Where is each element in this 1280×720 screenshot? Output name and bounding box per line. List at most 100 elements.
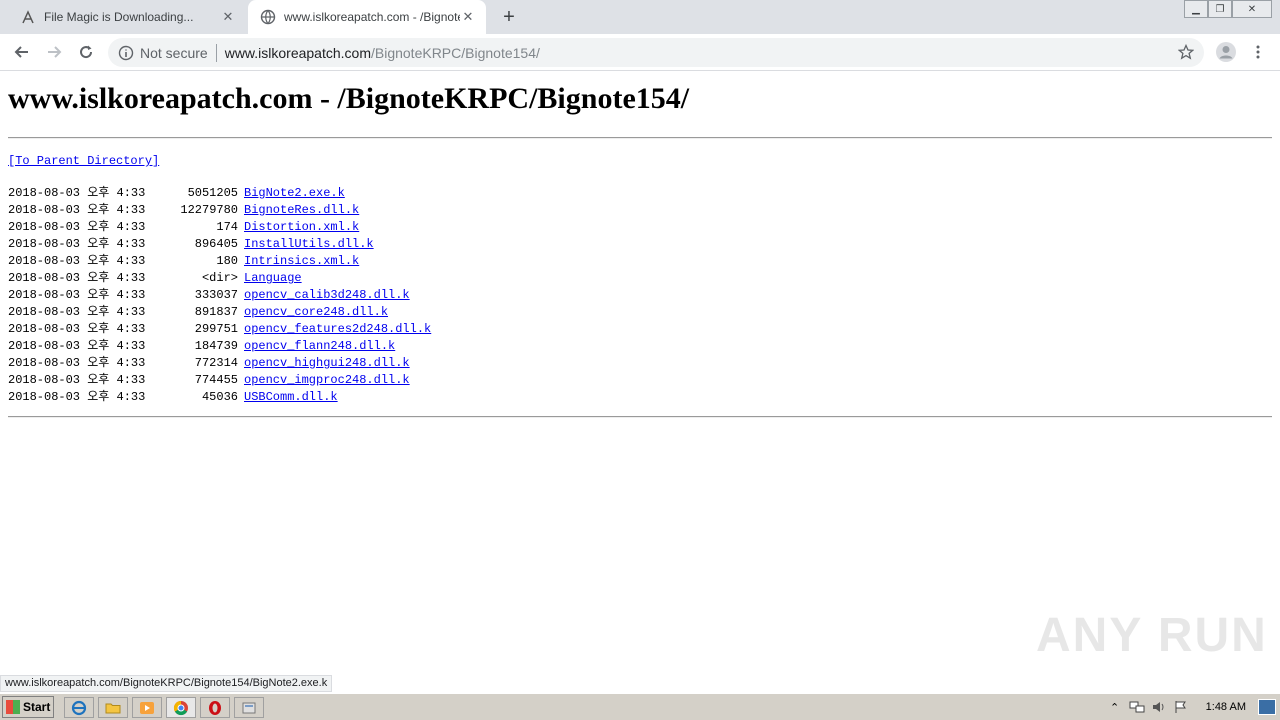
file-link[interactable]: BigNote2.exe.k	[244, 185, 345, 202]
list-item: 2018-08-03 오후 4:33 180 Intrinsics.xml.k	[8, 253, 431, 270]
file-link[interactable]: opencv_flann248.dll.k	[244, 338, 395, 355]
file-link[interactable]: opencv_core248.dll.k	[244, 304, 388, 321]
file-link[interactable]: opencv_calib3d248.dll.k	[244, 287, 410, 304]
entry-date: 2018-08-03 오후 4:33	[8, 203, 146, 217]
file-link[interactable]: opencv_imgproc248.dll.k	[244, 372, 410, 389]
entry-size: 45036	[201, 390, 238, 404]
forward-button[interactable]	[42, 40, 66, 64]
info-icon[interactable]	[118, 45, 134, 61]
globe-icon	[260, 9, 276, 25]
list-item: 2018-08-03 오후 4:33 896405 InstallUtils.dll…	[8, 236, 431, 253]
taskbar: Start ⌃ 1:48 AM	[0, 693, 1280, 720]
list-item: 2018-08-03 오후 4:33 45036 USBComm.dll.k	[8, 389, 431, 406]
entry-date: 2018-08-03 오후 4:33	[8, 186, 146, 200]
entry-date: 2018-08-03 오후 4:33	[8, 220, 146, 234]
parent-directory-link[interactable]: [To Parent Directory]	[8, 154, 159, 168]
show-desktop-button[interactable]	[1258, 699, 1276, 715]
app-icon[interactable]	[234, 697, 264, 718]
opera-icon[interactable]	[200, 697, 230, 718]
back-arrow-icon	[14, 46, 28, 58]
tab-title: File Magic is Downloading...	[44, 10, 194, 24]
tab-close-icon[interactable]: ✕	[220, 9, 236, 25]
directory-listing: 2018-08-03 오후 4:33 5051205 BigNote2.exe.k 2…	[8, 185, 431, 406]
minimize-button[interactable]: ▁	[1184, 0, 1208, 18]
file-link[interactable]: USBComm.dll.k	[244, 389, 338, 406]
file-link[interactable]: Distortion.xml.k	[244, 219, 359, 236]
profile-avatar[interactable]	[1214, 40, 1238, 64]
page-content: www.islkoreapatch.com - /BignoteKRPC/Big…	[0, 72, 1280, 692]
entry-date: 2018-08-03 오후 4:33	[8, 339, 146, 353]
media-player-icon[interactable]	[132, 697, 162, 718]
entry-size: 180	[216, 254, 238, 268]
tab-close-icon[interactable]: ✕	[460, 9, 476, 25]
entry-size: 299751	[194, 322, 238, 336]
security-label[interactable]: Not secure	[140, 45, 208, 61]
menu-button[interactable]	[1246, 40, 1270, 64]
new-tab-button[interactable]: +	[498, 6, 520, 28]
entry-size: 772314	[194, 356, 238, 370]
entry-date: 2018-08-03 오후 4:33	[8, 237, 146, 251]
tray-expand-icon[interactable]: ⌃	[1106, 699, 1124, 715]
entry-date: 2018-08-03 오후 4:33	[8, 356, 146, 370]
page-title: www.islkoreapatch.com - /BignoteKRPC/Big…	[8, 82, 690, 115]
link-status-bubble: www.islkoreapatch.com/BignoteKRPC/Bignot…	[0, 675, 333, 692]
file-link[interactable]: opencv_features2d248.dll.k	[244, 321, 431, 338]
entry-date: 2018-08-03 오후 4:33	[8, 390, 146, 404]
divider	[215, 43, 217, 62]
file-link[interactable]: InstallUtils.dll.k	[244, 236, 374, 253]
entry-size: 333037	[194, 288, 238, 302]
start-button[interactable]: Start	[2, 696, 54, 718]
address-bar[interactable]: Not secure www.islkoreapatch.com/Bignote…	[108, 38, 1204, 67]
back-button[interactable]	[10, 40, 34, 64]
start-label: Start	[23, 700, 51, 714]
entry-size: 896405	[194, 237, 238, 251]
entry-date: 2018-08-03 오후 4:33	[8, 254, 146, 268]
entry-size: <dir>	[201, 271, 238, 285]
kebab-menu-icon	[1256, 45, 1260, 59]
list-item: 2018-08-03 오후 4:33 299751 opencv_features2…	[8, 321, 431, 338]
reload-icon	[80, 45, 93, 59]
ie-icon[interactable]	[64, 697, 94, 718]
tab-strip: File Magic is Downloading... ✕ www.islko…	[0, 0, 1280, 34]
forward-arrow-icon	[48, 46, 62, 58]
chrome-icon[interactable]	[166, 697, 196, 718]
action-center-flag-icon[interactable]	[1172, 699, 1190, 715]
list-item: 2018-08-03 오후 4:33 891837 opencv_core248.d…	[8, 304, 431, 321]
folder-icon[interactable]	[98, 697, 128, 718]
entry-size: 774455	[194, 373, 238, 387]
tab-title: www.islkoreapatch.com - /BignoteKRPC	[284, 10, 460, 24]
entry-size: 174	[216, 220, 238, 234]
list-item: 2018-08-03 오후 4:33 772314 opencv_highgui24…	[8, 355, 431, 372]
avatar-icon	[1216, 42, 1236, 62]
file-link[interactable]: Intrinsics.xml.k	[244, 253, 359, 270]
tab-directory-listing[interactable]: www.islkoreapatch.com - /BignoteKRPC ✕	[248, 0, 486, 34]
list-item: 2018-08-03 오후 4:33 <dir> Language	[8, 270, 431, 287]
entry-date: 2018-08-03 오후 4:33	[8, 288, 146, 302]
entry-size: 5051205	[187, 186, 238, 200]
list-item: 2018-08-03 오후 4:33 174 Distortion.xml.k	[8, 219, 431, 236]
windows-logo-icon	[6, 700, 20, 714]
file-magic-icon	[20, 9, 36, 25]
file-link[interactable]: Language	[244, 270, 302, 287]
divider	[8, 416, 1272, 418]
entry-size: 891837	[194, 305, 238, 319]
browser-toolbar: Not secure www.islkoreapatch.com/Bignote…	[0, 34, 1280, 71]
volume-icon[interactable]	[1150, 699, 1168, 715]
maximize-button[interactable]: ❐	[1208, 0, 1232, 18]
tab-file-magic[interactable]: File Magic is Downloading... ✕	[8, 0, 246, 34]
bookmark-star-icon[interactable]	[1177, 43, 1195, 60]
network-icon[interactable]	[1128, 699, 1146, 715]
reload-button[interactable]	[74, 40, 98, 64]
window-close-button[interactable]: ✕	[1232, 0, 1272, 18]
url-host: www.islkoreapatch.com	[224, 44, 371, 61]
anyrun-watermark: ANY RUN	[1036, 609, 1268, 662]
entry-date: 2018-08-03 오후 4:33	[8, 373, 146, 387]
entry-date: 2018-08-03 오후 4:33	[8, 271, 146, 285]
list-item: 2018-08-03 오후 4:33 774455 opencv_imgproc24…	[8, 372, 431, 389]
list-item: 2018-08-03 오후 4:33 333037 opencv_calib3d24…	[8, 287, 431, 304]
file-link[interactable]: BignoteRes.dll.k	[244, 202, 359, 219]
entry-date: 2018-08-03 오후 4:33	[8, 322, 146, 336]
clock[interactable]: 1:48 AM	[1206, 701, 1246, 713]
file-link[interactable]: opencv_highgui248.dll.k	[244, 355, 410, 372]
list-item: 2018-08-03 오후 4:33 12279780 BignoteRes.dll…	[8, 202, 431, 219]
